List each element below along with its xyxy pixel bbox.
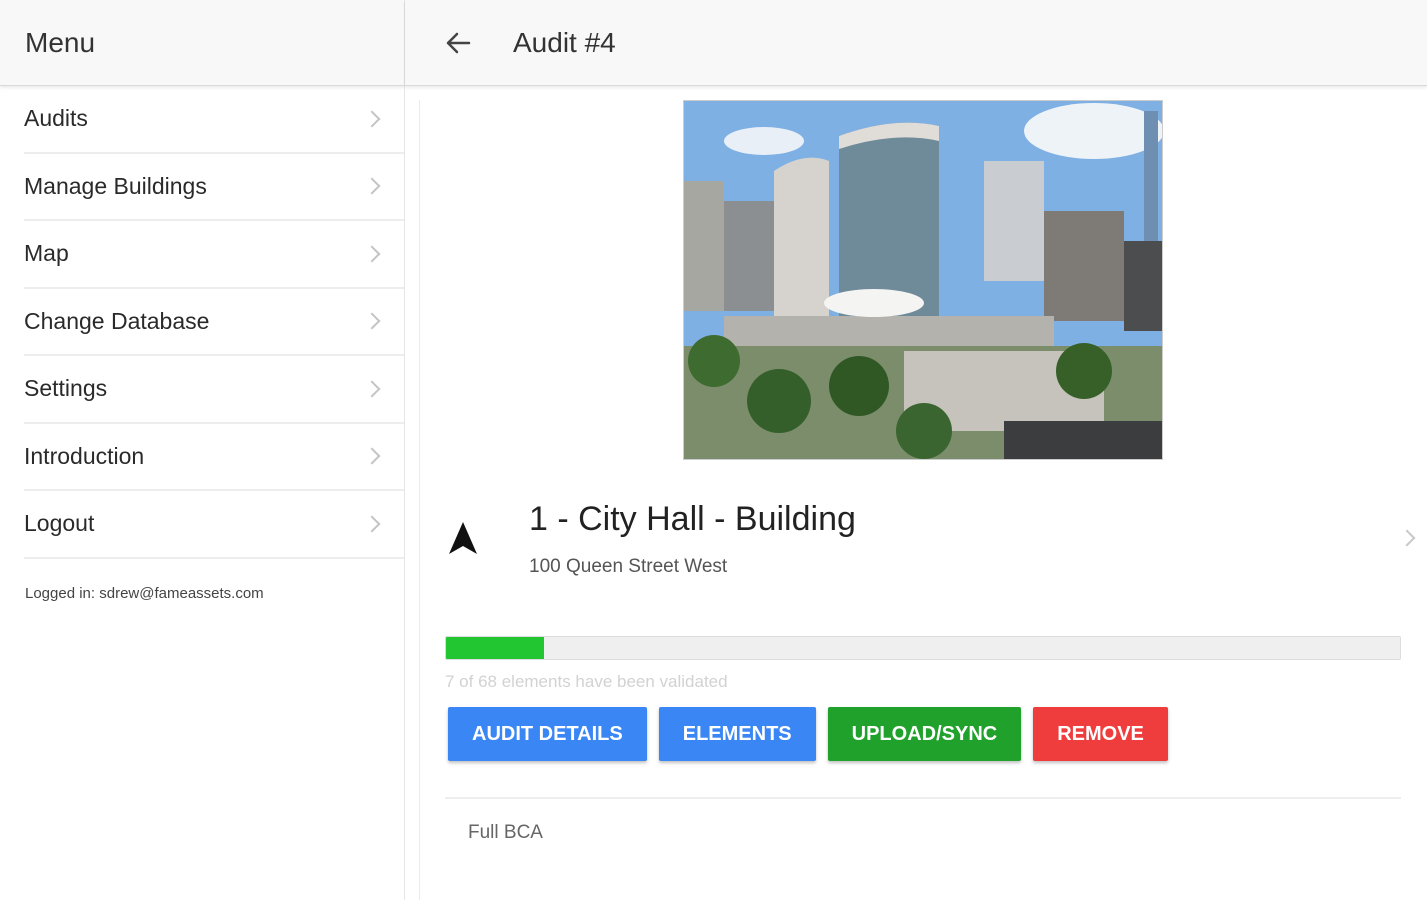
sidebar-item-map[interactable]: Map <box>24 221 404 289</box>
chevron-right-icon <box>363 245 381 263</box>
sidebar-item-change-database[interactable]: Change Database <box>24 289 404 356</box>
main-header: Audit #4 <box>405 0 1427 86</box>
main-panel: Audit #4 1 - City Hall - Building 100 Qu… <box>405 0 1427 900</box>
menu-list: Audits Manage Buildings Map Change Datab… <box>0 86 404 559</box>
building-address: 100 Queen Street West <box>529 556 728 577</box>
sidebar-title: Menu <box>25 26 96 58</box>
sidebar-item-audits[interactable]: Audits <box>24 86 404 154</box>
elements-button[interactable]: ELEMENTS <box>658 707 816 761</box>
progress-text: 7 of 68 elements have been validated <box>445 672 728 691</box>
building-photo <box>683 100 1163 460</box>
app: Menu Audits Manage Buildings Map Change … <box>0 0 1427 900</box>
audit-details-button[interactable]: AUDIT DETAILS <box>448 707 647 761</box>
arrow-left-icon <box>446 32 471 53</box>
validation-progress-bar <box>445 636 1401 660</box>
upload-sync-button[interactable]: UPLOAD/SYNC <box>827 707 1022 761</box>
back-button[interactable] <box>433 23 483 63</box>
audit-type: Full BCA <box>468 822 543 843</box>
chevron-right-icon <box>363 515 381 533</box>
chevron-right-icon <box>1398 529 1416 547</box>
sidebar-item-introduction[interactable]: Introduction <box>24 424 404 491</box>
sidebar-item-label: Map <box>24 240 69 267</box>
sidebar-item-label: Manage Buildings <box>24 172 207 199</box>
sidebar-item-logout[interactable]: Logout <box>24 491 404 559</box>
sidebar-item-label: Audits <box>24 105 88 132</box>
building-name: 1 - City Hall - Building <box>529 500 856 538</box>
sidebar-item-label: Settings <box>24 375 108 402</box>
chevron-right-icon <box>363 447 381 465</box>
validation-progress-fill <box>446 637 545 659</box>
sidebar-item-settings[interactable]: Settings <box>24 356 404 424</box>
audit-content: 1 - City Hall - Building 100 Queen Stree… <box>419 100 1427 900</box>
navigation-arrow-icon[interactable] <box>445 520 481 560</box>
sidebar-header: Menu <box>0 0 404 86</box>
chevron-right-icon <box>363 312 381 330</box>
action-buttons: AUDIT DETAILS ELEMENTS UPLOAD/SYNC REMOV… <box>448 707 1180 761</box>
logged-in-text: Logged in: sdrew@fameassets.com <box>25 584 264 602</box>
sidebar-item-manage-buildings[interactable]: Manage Buildings <box>24 154 404 221</box>
sidebar: Menu Audits Manage Buildings Map Change … <box>0 0 405 900</box>
sidebar-item-label: Change Database <box>24 307 210 334</box>
remove-button[interactable]: REMOVE <box>1033 707 1168 761</box>
sidebar-item-label: Introduction <box>24 442 145 469</box>
sidebar-item-label: Logout <box>24 510 95 537</box>
chevron-right-icon <box>363 110 381 128</box>
chevron-right-icon <box>363 380 381 398</box>
chevron-right-icon <box>363 177 381 195</box>
building-row[interactable]: 1 - City Hall - Building 100 Queen Stree… <box>445 480 1425 590</box>
page-title: Audit #4 <box>513 26 616 58</box>
divider <box>445 797 1401 799</box>
